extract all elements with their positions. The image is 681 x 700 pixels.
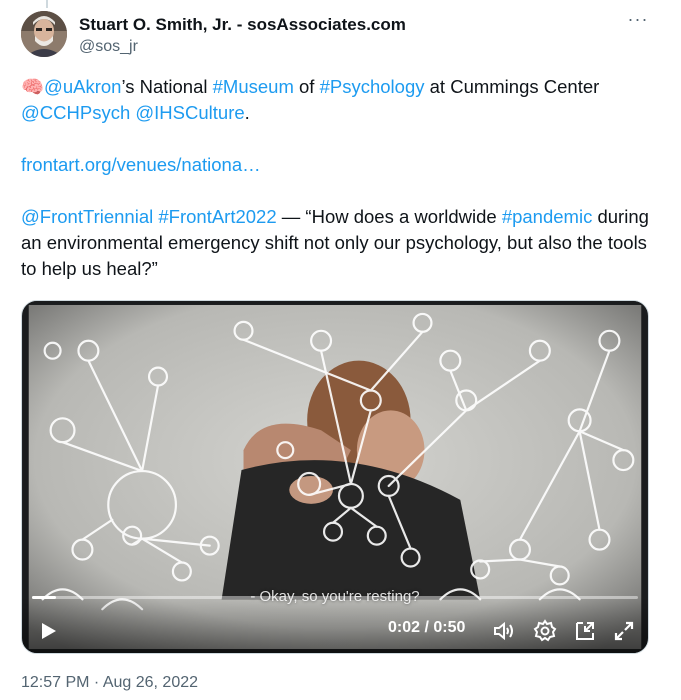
more-options-icon[interactable]: ··· (624, 10, 652, 34)
settings-icon[interactable] (533, 619, 557, 643)
tweet-text: 🧠@uAkron’s National #Museum of #Psycholo… (21, 74, 651, 282)
text-fragment: . (244, 102, 250, 123)
mention-uakron[interactable]: @uAkron (44, 76, 121, 97)
mention-fronttriennial[interactable]: @FrontTriennial (21, 206, 153, 227)
thread-connector (46, 0, 48, 8)
author-handle[interactable]: @sos_jr (79, 38, 138, 56)
video-progress-bar[interactable] (32, 596, 638, 599)
play-icon[interactable] (38, 621, 58, 641)
text-fragment: at Cummings Center (424, 76, 600, 97)
video-player[interactable]: - Okay, so you're resting? 0:02 / 0:50 (21, 300, 649, 654)
mention-ihsculture[interactable]: @IHSCulture (135, 102, 244, 123)
hashtag-museum[interactable]: #Museum (213, 76, 294, 97)
tweet-line: 🧠@uAkron’s National #Museum of #Psycholo… (21, 74, 651, 100)
video-progress-fill (32, 596, 57, 599)
tweet-line: @FrontTriennial #FrontArt2022 — “How doe… (21, 204, 651, 282)
picture-in-picture-icon[interactable] (573, 619, 597, 643)
hashtag-frontart2022[interactable]: #FrontArt2022 (158, 206, 276, 227)
hashtag-pandemic[interactable]: #pandemic (502, 206, 593, 227)
tweet: Stuart O. Smith, Jr. - sosAssociates.com… (0, 0, 681, 700)
text-fragment: ’s National (121, 76, 213, 97)
tweet-line: frontart.org/venues/nationa… (21, 152, 651, 178)
text-fragment: — “How does a worldwide (276, 206, 502, 227)
mention-cchpsych[interactable]: @CCHPsych (21, 102, 130, 123)
external-link[interactable]: frontart.org/venues/nationa… (21, 154, 261, 175)
tweet-line: @CCHPsych @IHSCulture. (21, 100, 651, 126)
text-fragment: of (293, 76, 320, 97)
author-display-name[interactable]: Stuart O. Smith, Jr. - sosAssociates.com (79, 15, 406, 35)
tweet-timestamp[interactable]: 12:57 PM · Aug 26, 2022 (21, 674, 198, 692)
brain-emoji: 🧠 (21, 76, 45, 97)
hashtag-psychology[interactable]: #Psychology (320, 76, 425, 97)
video-time-display: 0:02 / 0:50 (388, 619, 466, 636)
volume-icon[interactable] (492, 619, 516, 643)
fullscreen-icon[interactable] (612, 619, 636, 643)
avatar[interactable] (21, 11, 67, 57)
